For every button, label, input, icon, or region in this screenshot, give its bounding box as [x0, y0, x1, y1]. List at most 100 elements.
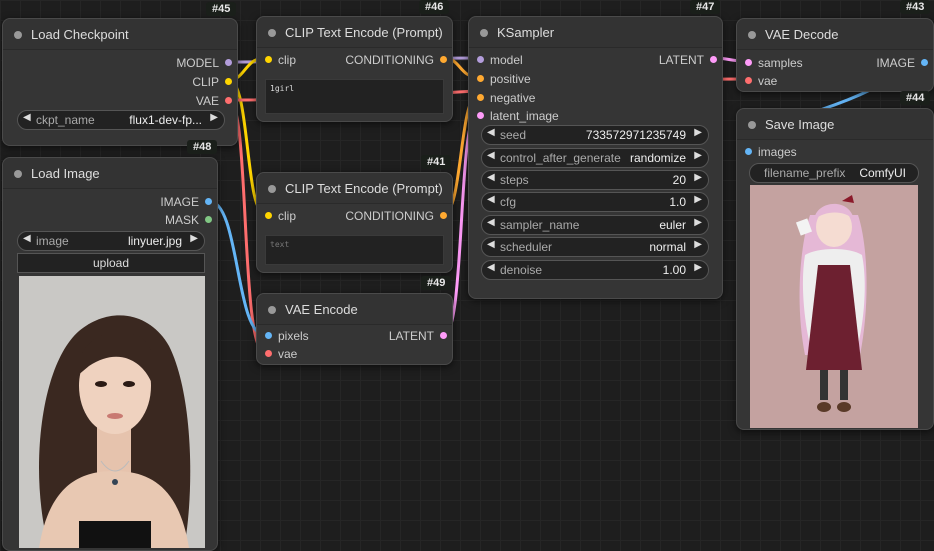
output-dot-icon[interactable] — [921, 59, 928, 66]
node-ksampler[interactable]: KSampler model positive negative latent_… — [468, 16, 723, 299]
collapse-dot-icon[interactable] — [748, 31, 756, 39]
arrow-right-icon[interactable]: ▶ — [694, 172, 702, 183]
steps-widget[interactable]: ◀ steps 20 ▶ — [481, 170, 709, 190]
output-clip[interactable]: CLIP — [192, 75, 232, 89]
arrow-right-icon[interactable]: ▶ — [694, 239, 702, 250]
arrow-right-icon[interactable]: ▶ — [694, 217, 702, 228]
input-dot-icon[interactable] — [745, 59, 752, 66]
output-conditioning[interactable]: CONDITIONING — [345, 53, 447, 67]
input-samples[interactable]: samples — [745, 56, 803, 70]
collapse-dot-icon[interactable] — [14, 31, 22, 39]
arrow-left-icon[interactable]: ◀ — [487, 150, 495, 161]
node-load-image[interactable]: Load Image IMAGE MASK ◀ image linyuer.jp… — [2, 157, 218, 551]
input-dot-icon[interactable] — [265, 212, 272, 219]
node-vae-decode[interactable]: VAE Decode samples vae IMAGE — [736, 18, 934, 92]
input-vae[interactable]: vae — [265, 347, 297, 361]
input-dot-icon[interactable] — [477, 75, 484, 82]
prompt-textarea[interactable]: 1girl — [265, 79, 444, 114]
node-title-bar[interactable]: VAE Encode — [257, 294, 452, 325]
prompt-textarea[interactable]: text — [265, 235, 444, 265]
node-clip-text-encode[interactable]: CLIP Text Encode (Prompt) clip CONDITION… — [256, 16, 453, 122]
collapse-dot-icon[interactable] — [480, 29, 488, 37]
input-dot-icon[interactable] — [477, 112, 484, 119]
output-dot-icon[interactable] — [440, 56, 447, 63]
output-dot-icon[interactable] — [225, 78, 232, 85]
arrow-left-icon[interactable]: ◀ — [487, 262, 495, 273]
image-select[interactable]: ◀ image linyuer.jpg ▶ — [17, 231, 205, 251]
node-title-bar[interactable]: Load Checkpoint — [3, 19, 237, 50]
node-title: CLIP Text Encode (Prompt) — [285, 181, 443, 196]
input-dot-icon[interactable] — [265, 56, 272, 63]
node-vae-encode[interactable]: VAE Encode pixels vae LATENT — [256, 293, 453, 365]
input-model[interactable]: model — [477, 53, 523, 67]
output-dot-icon[interactable] — [205, 216, 212, 223]
node-id-badge: #46 — [419, 0, 450, 14]
output-dot-icon[interactable] — [440, 212, 447, 219]
arrow-right-icon[interactable]: ▶ — [210, 112, 218, 123]
input-vae[interactable]: vae — [745, 74, 777, 88]
output-dot-icon[interactable] — [710, 56, 717, 63]
output-dot-icon[interactable] — [440, 332, 447, 339]
arrow-left-icon[interactable]: ◀ — [487, 127, 495, 138]
node-title-bar[interactable]: Load Image — [3, 158, 217, 189]
output-mask[interactable]: MASK — [165, 213, 212, 227]
output-conditioning[interactable]: CONDITIONING — [345, 209, 447, 223]
input-pixels[interactable]: pixels — [265, 329, 309, 343]
arrow-right-icon[interactable]: ▶ — [190, 233, 198, 244]
node-load-checkpoint[interactable]: Load Checkpoint MODEL CLIP VAE ◀ ckpt_na… — [2, 18, 238, 146]
node-save-image[interactable]: Save Image images filename_prefix ComfyU… — [736, 108, 934, 430]
filename-prefix-field[interactable]: filename_prefix ComfyUI — [749, 163, 919, 183]
collapse-dot-icon[interactable] — [748, 121, 756, 129]
input-dot-icon[interactable] — [265, 350, 272, 357]
output-image[interactable]: IMAGE — [876, 56, 928, 70]
input-clip[interactable]: clip — [265, 209, 296, 223]
control-after-generate-widget[interactable]: ◀ control_after_generate randomize ▶ — [481, 148, 709, 168]
arrow-left-icon[interactable]: ◀ — [487, 194, 495, 205]
input-images[interactable]: images — [745, 145, 797, 159]
arrow-left-icon[interactable]: ◀ — [487, 217, 495, 228]
output-dot-icon[interactable] — [225, 59, 232, 66]
output-dot-icon[interactable] — [205, 198, 212, 205]
seed-widget[interactable]: ◀ seed 733572971235749 ▶ — [481, 125, 709, 145]
arrow-right-icon[interactable]: ▶ — [694, 150, 702, 161]
arrow-right-icon[interactable]: ▶ — [694, 194, 702, 205]
collapse-dot-icon[interactable] — [268, 306, 276, 314]
collapse-dot-icon[interactable] — [268, 185, 276, 193]
input-positive[interactable]: positive — [477, 72, 531, 86]
output-vae[interactable]: VAE — [196, 94, 232, 108]
input-negative[interactable]: negative — [477, 91, 535, 105]
node-title-bar[interactable]: KSampler — [469, 17, 722, 48]
arrow-right-icon[interactable]: ▶ — [694, 127, 702, 138]
output-latent[interactable]: LATENT — [389, 329, 447, 343]
arrow-left-icon[interactable]: ◀ — [23, 112, 31, 123]
node-title-bar[interactable]: VAE Decode — [737, 19, 933, 50]
node-title-bar[interactable]: CLIP Text Encode (Prompt) — [257, 173, 452, 204]
input-dot-icon[interactable] — [477, 56, 484, 63]
output-image[interactable]: IMAGE — [160, 195, 212, 209]
cfg-widget[interactable]: ◀ cfg 1.0 ▶ — [481, 192, 709, 212]
upload-button[interactable]: upload — [17, 253, 205, 273]
scheduler-widget[interactable]: ◀ scheduler normal ▶ — [481, 237, 709, 257]
input-dot-icon[interactable] — [745, 77, 752, 84]
arrow-right-icon[interactable]: ▶ — [694, 262, 702, 273]
node-title: VAE Decode — [765, 27, 839, 42]
input-clip[interactable]: clip — [265, 53, 296, 67]
node-title-bar[interactable]: CLIP Text Encode (Prompt) — [257, 17, 452, 48]
input-dot-icon[interactable] — [745, 148, 752, 155]
arrow-left-icon[interactable]: ◀ — [487, 172, 495, 183]
arrow-left-icon[interactable]: ◀ — [23, 233, 31, 244]
node-clip-text-encode-negative[interactable]: CLIP Text Encode (Prompt) clip CONDITION… — [256, 172, 453, 273]
denoise-widget[interactable]: ◀ denoise 1.00 ▶ — [481, 260, 709, 280]
input-dot-icon[interactable] — [477, 94, 484, 101]
output-latent[interactable]: LATENT — [659, 53, 717, 67]
arrow-left-icon[interactable]: ◀ — [487, 239, 495, 250]
input-latent-image[interactable]: latent_image — [477, 109, 559, 123]
sampler-name-widget[interactable]: ◀ sampler_name euler ▶ — [481, 215, 709, 235]
collapse-dot-icon[interactable] — [268, 29, 276, 37]
ckpt-name-select[interactable]: ◀ ckpt_name flux1-dev-fp... ▶ — [17, 110, 225, 130]
node-title-bar[interactable]: Save Image — [737, 109, 933, 140]
input-dot-icon[interactable] — [265, 332, 272, 339]
output-model[interactable]: MODEL — [176, 56, 232, 70]
output-dot-icon[interactable] — [225, 97, 232, 104]
collapse-dot-icon[interactable] — [14, 170, 22, 178]
